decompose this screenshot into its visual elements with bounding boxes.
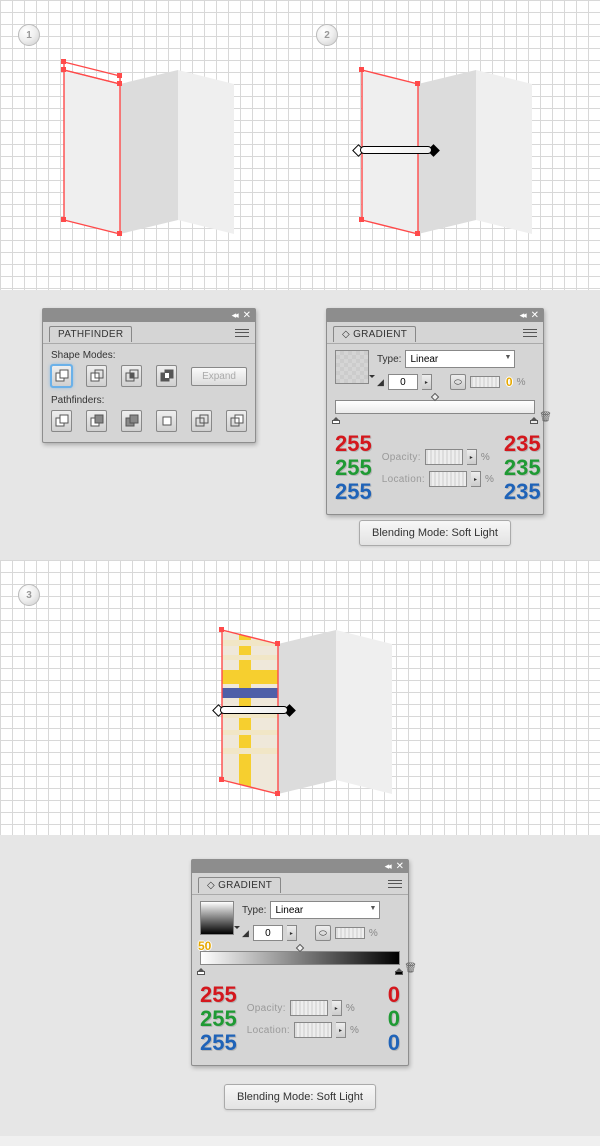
shapemode-intersect[interactable] — [121, 365, 142, 387]
pathfinder-crop[interactable] — [156, 410, 177, 432]
pathfinder-divide[interactable] — [51, 410, 72, 432]
angle-icon: ◢ — [377, 377, 384, 388]
location-input[interactable] — [429, 471, 467, 487]
gradient-stop-left[interactable] — [196, 965, 206, 975]
gradient-swatch[interactable] — [200, 901, 234, 935]
opacity-stepper[interactable]: ▸ — [467, 449, 477, 465]
gradient-tab[interactable]: ◇ GRADIENT — [198, 877, 281, 893]
step-badge-2: 2 — [316, 24, 338, 46]
opacity-label: Opacity: — [247, 1003, 286, 1014]
shape-modes-label: Shape Modes: — [51, 350, 247, 361]
type-label: Type: — [242, 905, 266, 916]
angle-stepper[interactable]: ▸ — [287, 925, 297, 941]
grid-stage-bottom: 3 — [0, 560, 600, 835]
aspect-ratio-input[interactable] — [470, 376, 500, 388]
gradient-swatch[interactable] — [335, 350, 369, 384]
aspect-ratio-input[interactable] — [335, 927, 365, 939]
gradient-tab[interactable]: ◇ GRADIENT — [333, 326, 416, 342]
panel-menu-icon[interactable] — [523, 328, 537, 338]
angle-input[interactable] — [388, 374, 418, 390]
opacity-input[interactable] — [425, 449, 463, 465]
gradient-ramp[interactable]: 🗑 — [335, 400, 535, 414]
gradient-midpoint[interactable] — [431, 393, 439, 401]
panel-collapse-icon[interactable]: ◂◂ — [385, 861, 390, 872]
pathfinders-label: Pathfinders: — [51, 395, 247, 406]
gradient-annotator-2[interactable] — [354, 142, 438, 158]
pathfinder-panel: ◂◂ ✕ PATHFINDER Shape Modes: — [42, 308, 256, 443]
aspect-ratio-link-icon[interactable]: ⬭ — [450, 374, 466, 390]
left-stop-rgb: 255 255 255 — [335, 432, 372, 504]
pathfinder-tab[interactable]: PATHFINDER — [49, 326, 132, 342]
gradient-stop-right[interactable] — [394, 965, 404, 975]
type-label: Type: — [377, 354, 401, 365]
gradient-stop-left[interactable] — [331, 414, 341, 424]
gradient-midpoint[interactable] — [296, 944, 304, 952]
gradient-ramp[interactable]: 🗑 — [200, 951, 400, 965]
pathfinder-minus-back[interactable] — [226, 410, 247, 432]
right-stop-rgb: 235 235 235 — [504, 432, 541, 504]
panel-collapse-icon[interactable]: ◂◂ — [520, 310, 525, 321]
gradient-annotator-3[interactable] — [214, 702, 294, 718]
panel-close-icon[interactable]: ✕ — [531, 310, 539, 321]
step-badge-1: 1 — [18, 24, 40, 46]
opacity-input[interactable] — [290, 1000, 328, 1016]
gradient-type-select[interactable] — [270, 901, 380, 919]
aspect-ratio-link-icon[interactable]: ⬭ — [315, 925, 331, 941]
gradient-type-select[interactable] — [405, 350, 515, 368]
delete-stop-icon[interactable]: 🗑 — [539, 412, 552, 423]
angle-icon: ◢ — [242, 928, 249, 939]
panel-collapse-icon[interactable]: ◂◂ — [232, 310, 237, 321]
location-label: Location: — [247, 1025, 290, 1036]
left-stop-rgb: 255 255 255 — [200, 983, 237, 1055]
panel-close-icon[interactable]: ✕ — [243, 310, 251, 321]
location-input[interactable] — [294, 1022, 332, 1038]
gradient-stop-right[interactable] — [529, 414, 539, 424]
opacity-stepper[interactable]: ▸ — [332, 1000, 342, 1016]
aspect-ratio-pct: % — [517, 377, 526, 388]
aspect-ratio-badge: 0 — [506, 375, 513, 389]
blending-mode-pill-1: Blending Mode: Soft Light — [359, 520, 511, 546]
right-stop-rgb: 0 0 0 — [388, 983, 400, 1055]
pathfinder-trim[interactable] — [86, 410, 107, 432]
location-label: Location: — [382, 474, 425, 485]
trifold-illustration-3 — [184, 600, 444, 840]
location-stepper[interactable]: ▸ — [336, 1022, 346, 1038]
pathfinder-merge[interactable] — [121, 410, 142, 432]
panel-menu-icon[interactable] — [235, 328, 249, 338]
opacity-label: Opacity: — [382, 452, 421, 463]
trifold-illustration-1 — [46, 40, 286, 270]
angle-stepper[interactable]: ▸ — [422, 374, 432, 390]
pathfinder-outline[interactable] — [191, 410, 212, 432]
blending-mode-pill-2: Blending Mode: Soft Light — [224, 1084, 376, 1110]
panel-close-icon[interactable]: ✕ — [396, 861, 404, 872]
panel-menu-icon[interactable] — [388, 879, 402, 889]
location-stepper[interactable]: ▸ — [471, 471, 481, 487]
expand-button[interactable]: Expand — [191, 367, 247, 386]
angle-input[interactable] — [253, 925, 283, 941]
delete-stop-icon[interactable]: 🗑 — [404, 963, 417, 974]
shapemode-exclude[interactable] — [156, 365, 177, 387]
shapemode-unite[interactable] — [51, 365, 72, 387]
step-badge-3: 3 — [18, 584, 40, 606]
shapemode-minus-front[interactable] — [86, 365, 107, 387]
gradient-panel-1: ◂◂ ✕ ◇ GRADIENT Type: ◢ ▸ — [326, 308, 544, 515]
gradient-panel-2: ◂◂ ✕ ◇ GRADIENT Type: ◢ ▸ — [191, 859, 409, 1066]
grid-stage-top: 1 2 — [0, 0, 600, 290]
